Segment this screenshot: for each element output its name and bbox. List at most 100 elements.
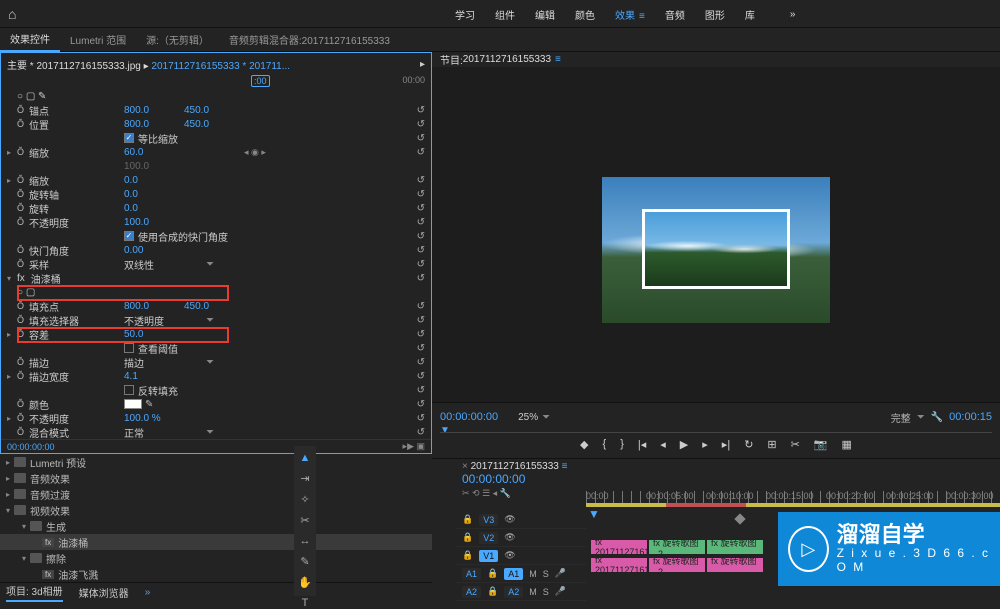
topnav-效果[interactable]: 效果 xyxy=(615,7,645,22)
stopwatch-icon[interactable]: Ŏ xyxy=(17,427,29,437)
reset-icon[interactable]: ↺ xyxy=(417,399,425,410)
value[interactable]: 800.0 xyxy=(124,105,184,116)
transport-btn[interactable]: ⊞ xyxy=(767,438,776,451)
prop-旋转[interactable]: Ŏ旋转0.0↺ xyxy=(1,201,431,215)
ec-seq-link[interactable]: 2017112716155333 * 201711... xyxy=(151,61,290,72)
transport-btn[interactable]: { xyxy=(603,438,607,450)
disclosure-icon[interactable]: ▸ xyxy=(6,474,10,483)
disclosure-icon[interactable]: ▾ xyxy=(22,522,26,531)
prop-使用合成的快门角度[interactable]: ✓使用合成的快门角度↺ xyxy=(1,229,431,243)
clip[interactable]: fx 201711271615 xyxy=(590,557,648,573)
stopwatch-icon[interactable]: Ŏ xyxy=(17,105,29,115)
reset-icon[interactable]: ↺ xyxy=(417,189,425,200)
track-header-V1[interactable]: 🔒V1👁 xyxy=(456,547,586,565)
prop-描边[interactable]: Ŏ描边描边⏷↺ xyxy=(1,355,431,369)
panel-tab-0[interactable]: 效果控件 xyxy=(0,27,60,52)
track-badge[interactable]: V3 xyxy=(479,514,498,526)
value[interactable]: 0.0 xyxy=(124,175,184,186)
tool-hand[interactable]: ✋ xyxy=(298,576,312,589)
lock-icon[interactable]: 🔒 xyxy=(487,586,498,597)
prop-查看阈值[interactable]: 查看阈值↺ xyxy=(1,341,431,355)
lock-icon[interactable]: 🔒 xyxy=(462,514,473,525)
browser-item-油漆飞溅[interactable]: fx油漆飞溅 xyxy=(0,566,432,582)
track-badge[interactable]: A1 xyxy=(504,568,523,580)
dropdown[interactable]: 正常 xyxy=(124,425,199,440)
tab-media-browser[interactable]: 媒体浏览器 xyxy=(79,585,129,600)
track-toggle[interactable]: 🎤 xyxy=(555,568,566,579)
track-badge[interactable]: V1 xyxy=(479,550,498,562)
reset-icon[interactable]: ↺ xyxy=(417,119,425,130)
color-swatch[interactable] xyxy=(124,399,142,409)
reset-icon[interactable]: ↺ xyxy=(417,343,425,354)
reset-icon[interactable]: ↺ xyxy=(417,147,425,158)
track-toggle[interactable]: 👁 xyxy=(504,550,515,561)
track-header-V2[interactable]: 🔒V2👁 xyxy=(456,529,586,547)
stopwatch-icon[interactable]: Ŏ xyxy=(17,371,29,381)
tool-pen[interactable]: ✎ xyxy=(300,555,309,568)
zoom-dropdown-icon[interactable]: ⏷ xyxy=(542,412,550,423)
track-toggle[interactable]: M xyxy=(529,569,537,579)
stopwatch-icon[interactable]: Ŏ xyxy=(17,119,29,129)
prop-容差[interactable]: ▸Ŏ容差50.0↺ xyxy=(1,327,431,341)
topnav-编辑[interactable]: 编辑 xyxy=(535,7,555,22)
prop-head[interactable]: ○ ▢ ✎ xyxy=(1,89,431,103)
ec-playhead[interactable]: :00 xyxy=(251,75,270,87)
stopwatch-icon[interactable]: Ŏ xyxy=(17,259,29,269)
reset-icon[interactable]: ↺ xyxy=(417,175,425,186)
transport-btn[interactable]: ✂ xyxy=(791,438,800,451)
panel-tab-1[interactable]: Lumetri 范围 xyxy=(60,28,136,51)
reset-icon[interactable]: ↺ xyxy=(417,413,425,424)
stopwatch-icon[interactable]: Ŏ xyxy=(17,245,29,255)
play-icon[interactable]: ▸ xyxy=(420,59,425,70)
timeline-ruler[interactable]: 00:0000:00:05:0000:00:10:0000:00:15:0000… xyxy=(586,491,1000,507)
browser-item-Lumetri 预设[interactable]: ▸Lumetri 预设 xyxy=(0,454,432,470)
topnav-音频[interactable]: 音频 xyxy=(665,7,685,22)
track-badge[interactable]: V2 xyxy=(479,532,498,544)
timeline-seq-name[interactable]: 2017112716155333 xyxy=(471,461,559,472)
stopwatch-icon[interactable]: Ŏ xyxy=(17,189,29,199)
disclosure-icon[interactable]: ▾ xyxy=(22,554,26,563)
track-toggle[interactable]: M xyxy=(529,587,537,597)
track-toggle[interactable]: 👁 xyxy=(504,514,515,525)
dropdown-icon[interactable]: ⏷ xyxy=(206,357,214,368)
track-toggle[interactable]: S xyxy=(543,569,549,579)
monitor-zoom[interactable]: 25% xyxy=(518,412,538,423)
disclosure-icon[interactable]: ▾ xyxy=(6,506,10,515)
home-icon[interactable]: ⌂ xyxy=(8,6,16,22)
prop-旋转轴[interactable]: Ŏ旋转轴0.0↺ xyxy=(1,187,431,201)
value[interactable]: 4.1 xyxy=(124,371,184,382)
topnav-组件[interactable]: 组件 xyxy=(495,7,515,22)
clip[interactable]: fx 旋转歌图_ xyxy=(706,557,764,573)
value2[interactable]: 450.0 xyxy=(184,301,244,312)
transport-btn[interactable]: ◆ xyxy=(580,438,588,451)
stopwatch-icon[interactable]: Ŏ xyxy=(17,329,29,339)
transport-btn[interactable]: ↻ xyxy=(744,438,753,451)
stopwatch-icon[interactable]: Ŏ xyxy=(17,147,29,157)
prop-grey[interactable]: 100.0 xyxy=(1,159,431,173)
prop-描边宽度[interactable]: ▸Ŏ描边宽度4.1↺ xyxy=(1,369,431,383)
transport-btn[interactable]: ◂ xyxy=(660,438,666,451)
dropdown-icon[interactable]: ⏷ xyxy=(206,315,214,326)
route-badge[interactable]: A1 xyxy=(462,568,481,580)
tool-slip[interactable]: ↔ xyxy=(300,535,311,547)
stopwatch-icon[interactable]: Ŏ xyxy=(17,203,29,213)
timeline-playhead[interactable]: ▼ xyxy=(588,507,600,521)
wrench-icon[interactable]: 🔧 xyxy=(931,412,943,423)
reset-icon[interactable]: ↺ xyxy=(417,245,425,256)
reset-icon[interactable]: ↺ xyxy=(417,217,425,228)
dropdown[interactable]: 不透明度 xyxy=(124,313,199,328)
prop-混合模式[interactable]: Ŏ混合模式正常⏷↺ xyxy=(1,425,431,439)
value[interactable]: 0.00 xyxy=(124,245,184,256)
reset-icon[interactable]: ↺ xyxy=(417,273,425,284)
prop-缩放[interactable]: ▸Ŏ缩放0.0↺ xyxy=(1,173,431,187)
value2[interactable]: 450.0 xyxy=(184,119,244,130)
prop-填充点[interactable]: Ŏ填充点800.0450.0↺ xyxy=(1,299,431,313)
prop-缩放[interactable]: ▸Ŏ缩放60.0◂ ◉ ▸↺ xyxy=(1,145,431,159)
tool-type[interactable]: T xyxy=(302,597,309,609)
value[interactable]: 100.0 xyxy=(124,217,184,228)
track-toggle[interactable]: 🎤 xyxy=(555,586,566,597)
prop-油漆桶[interactable]: ▾fx油漆桶↺ xyxy=(1,271,431,285)
reset-icon[interactable]: ↺ xyxy=(417,203,425,214)
clip[interactable]: fx 201711271615 xyxy=(590,539,648,555)
eyedropper-icon[interactable]: ✎ xyxy=(145,399,153,410)
